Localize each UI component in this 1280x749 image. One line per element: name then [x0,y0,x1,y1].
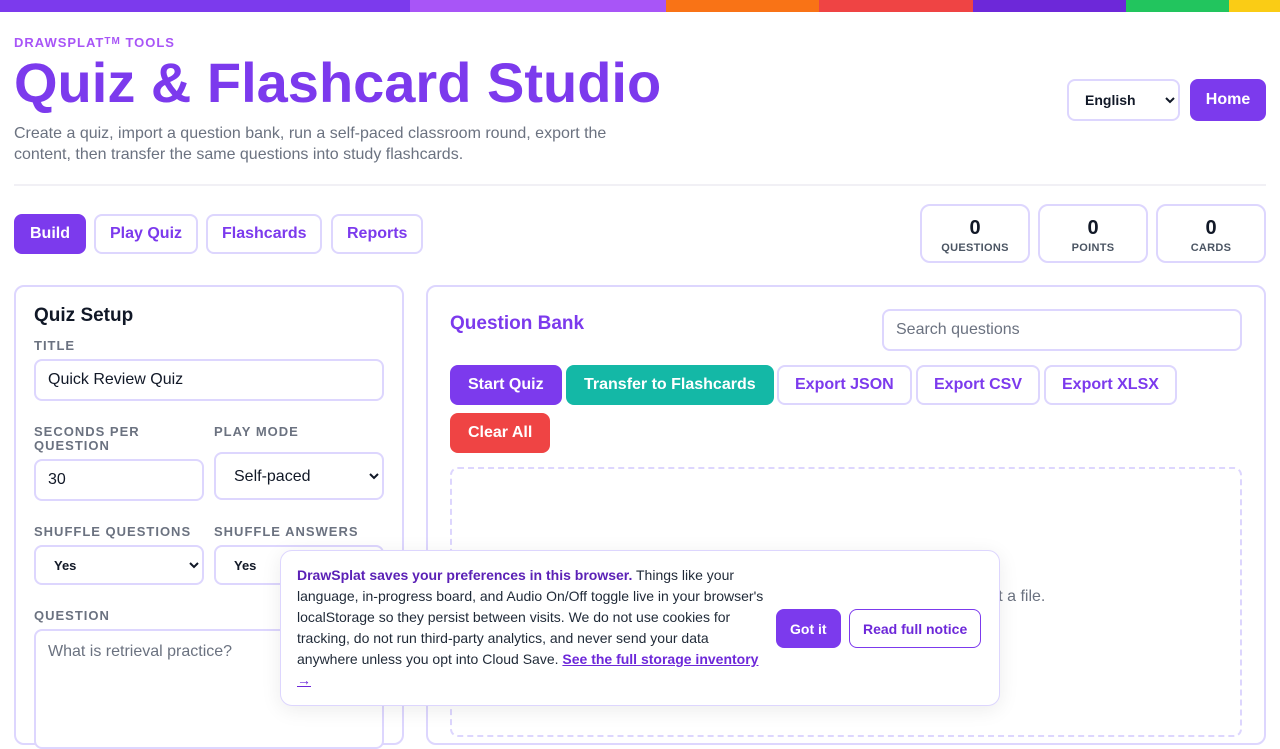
header-divider [14,184,1266,186]
stat-label: QUESTIONS [941,242,1009,254]
brand-label: DRAWSPLATTM TOOLS [14,35,175,50]
color-segment [1229,0,1280,12]
stat-points: 0 POINTS [1038,204,1148,263]
stat-value: 0 [1087,217,1099,239]
color-segment [973,0,1126,12]
search-questions-input[interactable] [882,309,1242,351]
play-mode-label: PLAY MODE [214,424,299,439]
stat-label: CARDS [1190,242,1232,254]
stat-value: 0 [969,217,981,239]
color-segment [410,0,666,12]
seconds-per-question-input[interactable] [34,459,204,501]
brand-color-bar [0,0,1280,12]
tab-reports[interactable]: Reports [331,214,424,254]
export-json-button[interactable]: Export JSON [777,365,912,405]
page-title: Quiz & Flashcard Studio [14,51,662,114]
color-segment [666,0,819,12]
title-label: TITLE [34,338,76,353]
export-xlsx-button[interactable]: Export XLSX [1044,365,1177,405]
home-button[interactable]: Home [1190,79,1266,121]
seconds-label: SECONDS PER QUESTION [34,424,140,453]
play-mode-select[interactable]: Self-paced [214,452,384,500]
clear-all-button[interactable]: Clear All [450,413,551,453]
page-subtitle: Create a quiz, import a question bank, r… [14,125,607,163]
stat-value: 0 [1205,217,1217,239]
storage-notice-banner: DrawSplat saves your preferences in this… [280,550,1000,706]
quiz-title-input[interactable] [34,359,384,401]
shuffle-questions-select[interactable]: Yes [34,545,204,585]
start-quiz-button[interactable]: Start Quiz [450,365,562,405]
question-label: QUESTION [34,608,110,623]
question-bank-heading: Question Bank [450,313,585,334]
color-segment [1126,0,1229,12]
transfer-to-flashcards-button[interactable]: Transfer to Flashcards [566,365,774,405]
shuffle-questions-label: SHUFFLE QUESTIONS [34,524,192,539]
tab-flashcards[interactable]: Flashcards [206,214,323,254]
stat-questions: 0 QUESTIONS [920,204,1030,263]
got-it-button[interactable]: Got it [776,609,841,648]
read-full-notice-button[interactable]: Read full notice [849,609,982,648]
tab-play-quiz[interactable]: Play Quiz [94,214,199,254]
stat-cards: 0 CARDS [1156,204,1266,263]
stat-label: POINTS [1071,242,1115,254]
color-segment [0,0,410,12]
shuffle-answers-label: SHUFFLE ANSWERS [214,524,359,539]
export-csv-button[interactable]: Export CSV [916,365,1041,405]
storage-notice-text: DrawSplat saves your preferences in this… [297,567,764,688]
language-select[interactable]: English [1067,79,1180,121]
tab-build[interactable]: Build [14,214,86,254]
quiz-setup-heading: Quiz Setup [34,305,134,326]
color-segment [819,0,973,12]
